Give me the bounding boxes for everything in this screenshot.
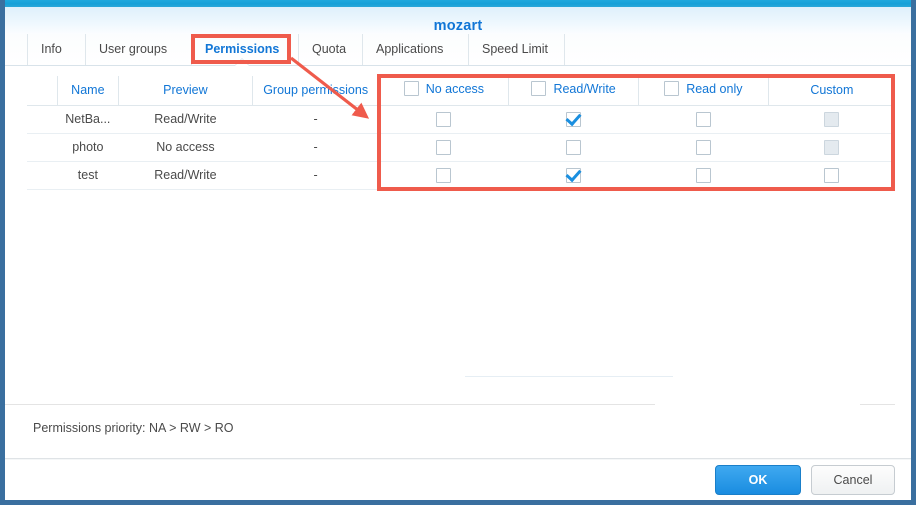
custom-checkbox — [824, 139, 840, 155]
row-read-write-cell[interactable] — [508, 161, 639, 190]
cancel-button[interactable]: Cancel — [811, 465, 895, 495]
select-all-no-access-checkbox[interactable] — [403, 81, 419, 97]
select-all-read-only-checkbox[interactable] — [664, 81, 680, 97]
column-header-read-write-label: Read/Write — [553, 81, 616, 96]
tab-bar: Info User groups Permissions Quota Appli… — [5, 34, 911, 66]
column-header-preview[interactable]: Preview — [118, 76, 253, 106]
divider-faint-upper — [465, 376, 673, 377]
select-all-read-write-checkbox[interactable] — [531, 81, 547, 97]
read-write-checkbox[interactable] — [566, 167, 582, 183]
divider-faint-right — [860, 404, 895, 405]
column-header-read-only[interactable]: Read only — [638, 76, 769, 106]
row-gutter-cell — [27, 161, 58, 190]
row-custom-cell[interactable] — [768, 161, 895, 190]
column-header-gutter — [27, 76, 58, 106]
column-header-custom[interactable]: Custom — [768, 76, 895, 106]
dialog-button-bar: OK Cancel — [715, 465, 895, 495]
row-custom-cell[interactable] — [768, 105, 895, 134]
dialog-title-bar: mozart — [5, 7, 911, 34]
table-row[interactable]: photo No access - — [27, 133, 895, 162]
footer-separator-highlight — [5, 459, 911, 460]
read-only-checkbox[interactable] — [695, 139, 711, 155]
permissions-priority-note: Permissions priority: NA > RW > RO — [33, 421, 234, 435]
row-custom-cell[interactable] — [768, 133, 895, 162]
column-header-no-access-label: No access — [425, 81, 485, 96]
no-access-checkbox[interactable] — [436, 139, 452, 155]
active-tab-notch — [235, 59, 249, 66]
tab-user-groups[interactable]: User groups — [85, 34, 180, 65]
row-name-cell: photo — [57, 133, 119, 162]
row-read-write-cell[interactable] — [508, 105, 639, 134]
row-gutter-cell — [27, 105, 58, 134]
custom-checkbox[interactable] — [824, 167, 840, 183]
row-no-access-cell[interactable] — [379, 161, 509, 190]
row-preview-cell: No access — [118, 133, 253, 162]
row-preview-cell: Read/Write — [118, 161, 253, 190]
no-access-checkbox[interactable] — [436, 167, 452, 183]
row-name-cell: test — [57, 161, 119, 190]
row-read-only-cell[interactable] — [638, 105, 769, 134]
row-group-permissions-cell: - — [252, 161, 379, 190]
read-write-checkbox[interactable] — [566, 111, 582, 127]
row-read-only-cell[interactable] — [638, 133, 769, 162]
column-header-group-permissions[interactable]: Group permissions — [252, 76, 380, 106]
tab-applications[interactable]: Applications — [362, 34, 456, 65]
permissions-table: Name Preview Group permissions No access… — [27, 76, 895, 190]
column-header-name[interactable]: Name — [57, 76, 120, 106]
row-group-permissions-cell: - — [252, 133, 379, 162]
tab-info[interactable]: Info — [27, 34, 75, 65]
tab-strip-end — [564, 34, 565, 65]
tab-quota[interactable]: Quota — [298, 34, 359, 65]
table-header-row: Name Preview Group permissions No access… — [27, 76, 895, 106]
dialog-title-strip — [5, 0, 911, 7]
custom-checkbox — [824, 111, 840, 127]
read-only-checkbox[interactable] — [695, 167, 711, 183]
row-no-access-cell[interactable] — [379, 133, 509, 162]
divider-faint-main — [5, 404, 655, 405]
column-header-no-access[interactable]: No access — [379, 76, 510, 106]
row-read-write-cell[interactable] — [508, 133, 639, 162]
page-title: mozart — [433, 18, 483, 34]
permissions-dialog: mozart Info User groups Permissions Quot… — [0, 0, 916, 505]
row-group-permissions-cell: - — [252, 105, 379, 134]
column-header-read-write[interactable]: Read/Write — [508, 76, 639, 106]
read-only-checkbox[interactable] — [695, 111, 711, 127]
tab-speed-limit[interactable]: Speed Limit — [468, 34, 561, 65]
row-no-access-cell[interactable] — [379, 105, 509, 134]
column-header-read-only-label: Read only — [686, 81, 743, 96]
row-read-only-cell[interactable] — [638, 161, 769, 190]
row-gutter-cell — [27, 133, 58, 162]
no-access-checkbox[interactable] — [436, 111, 452, 127]
row-name-cell: NetBa... — [57, 105, 119, 134]
table-row[interactable]: NetBa... Read/Write - — [27, 105, 895, 134]
table-row[interactable]: test Read/Write - — [27, 161, 895, 190]
permissions-grid: Name Preview Group permissions No access… — [27, 76, 895, 190]
ok-button[interactable]: OK — [715, 465, 801, 495]
row-preview-cell: Read/Write — [118, 105, 253, 134]
read-write-checkbox[interactable] — [566, 139, 582, 155]
table-body: NetBa... Read/Write - photo No access - test Re… — [27, 105, 895, 190]
